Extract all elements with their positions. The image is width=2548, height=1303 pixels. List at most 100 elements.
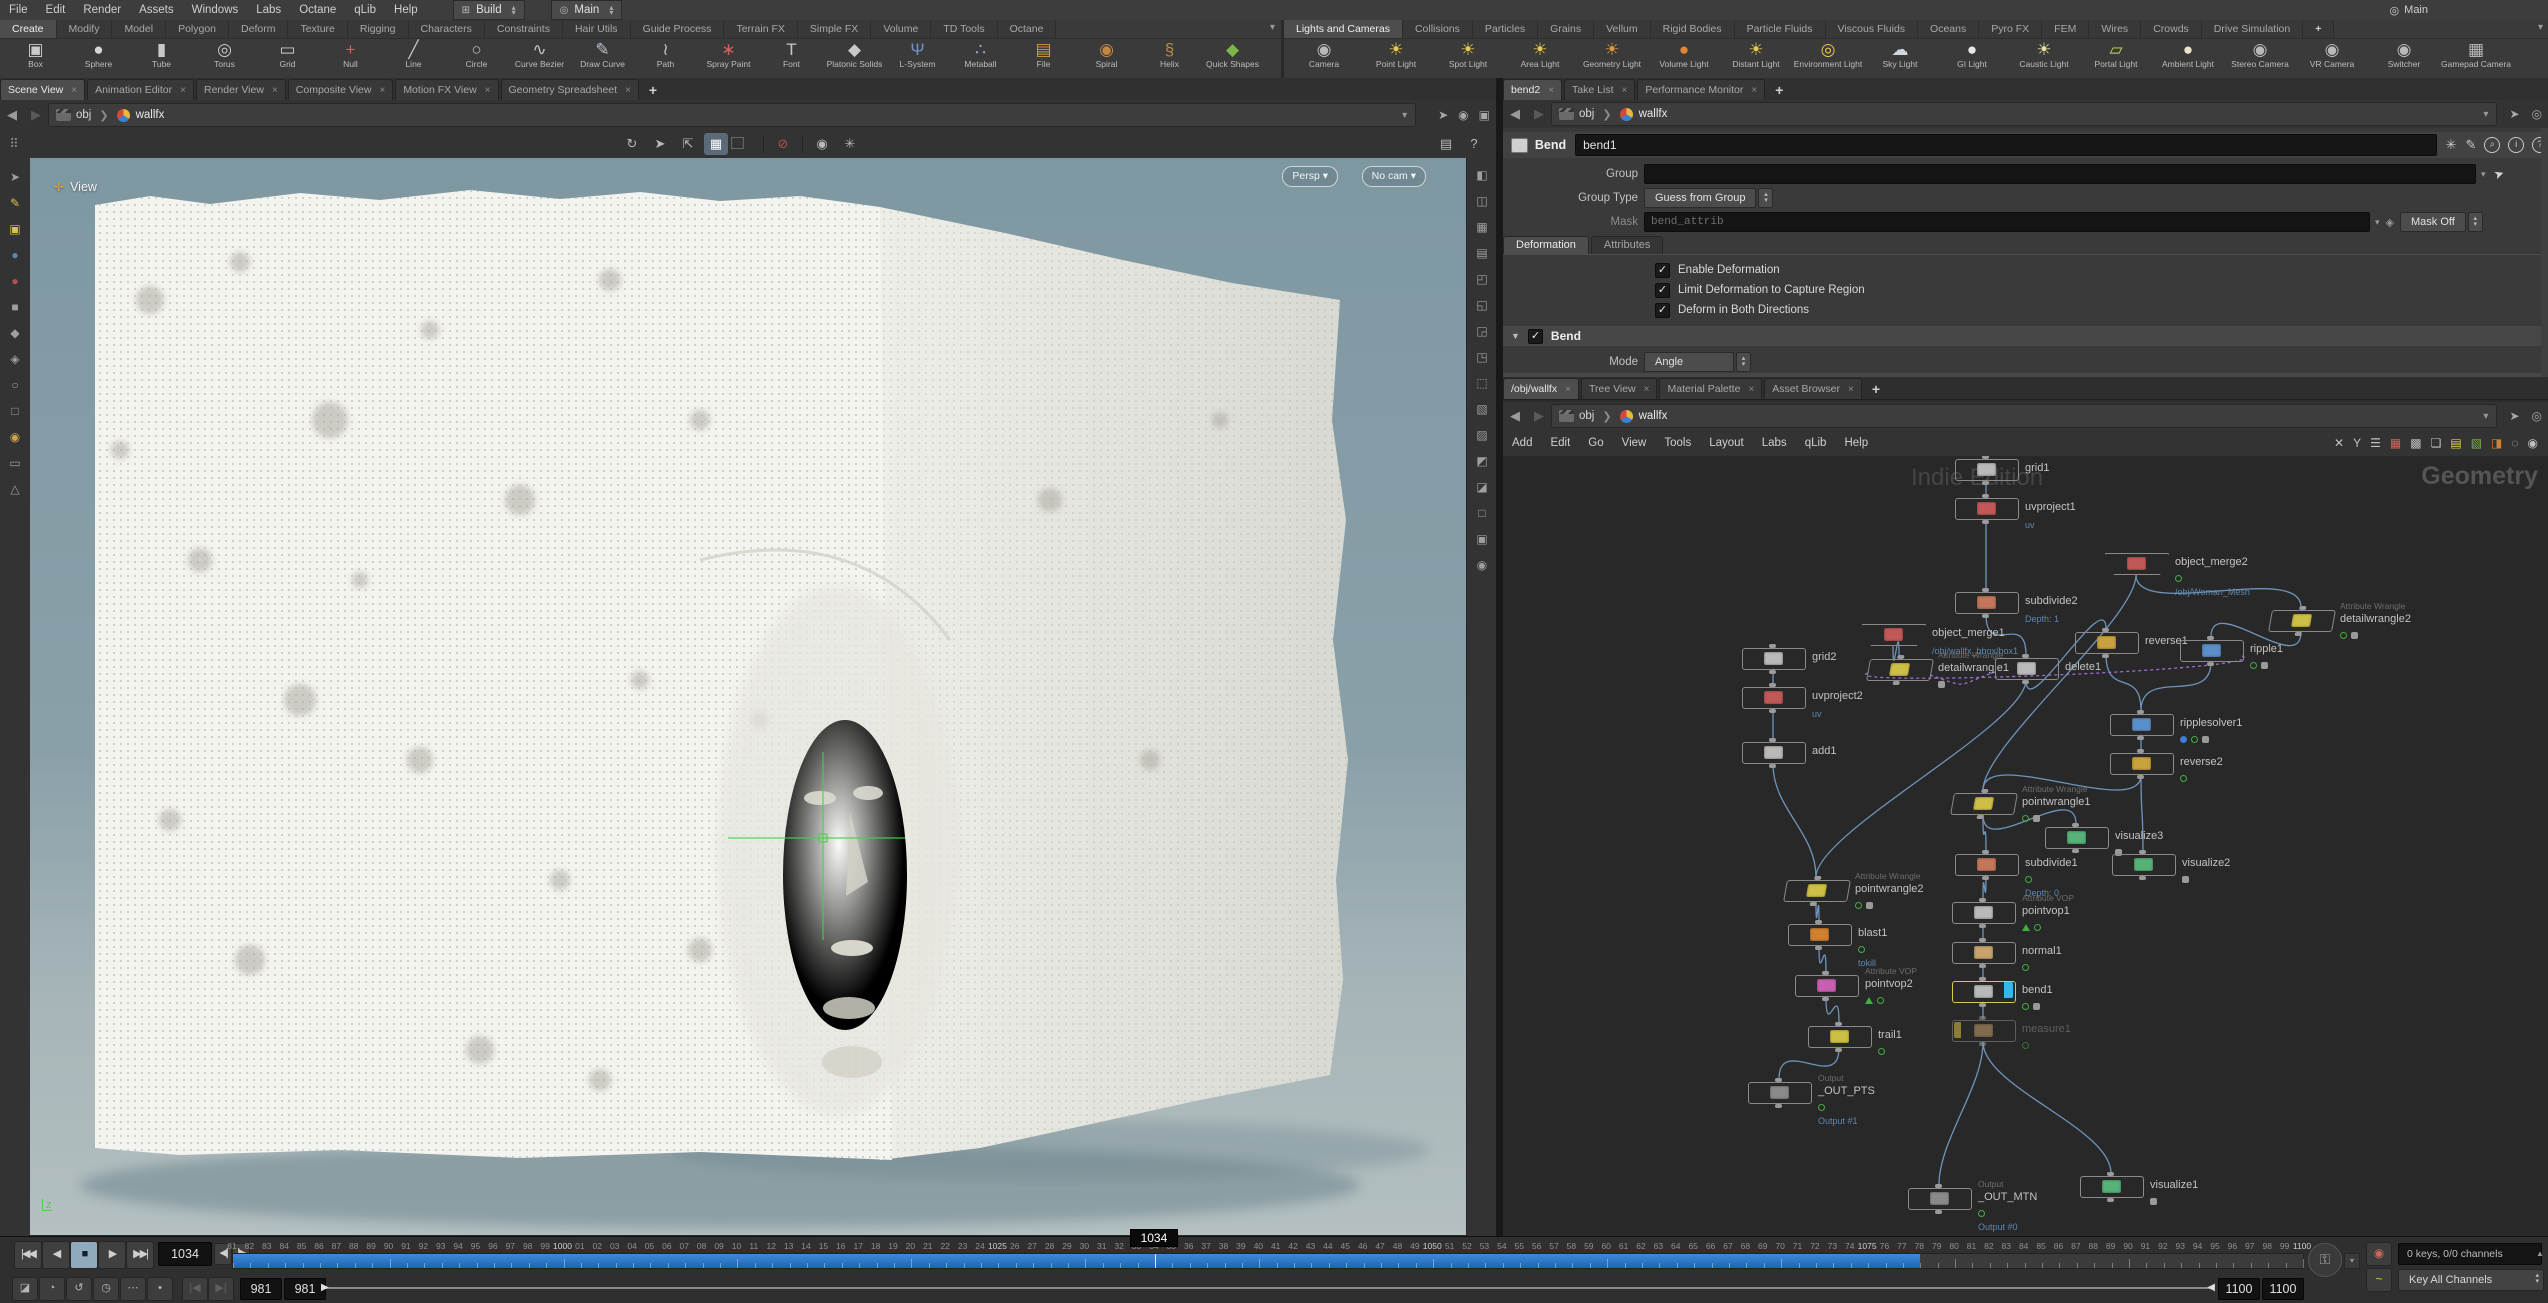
close-icon[interactable]: ×	[1621, 85, 1627, 96]
shelf-tool-file[interactable]: ▤File	[1012, 39, 1075, 69]
sticky-note-icon[interactable]: ▤	[2450, 436, 2461, 450]
pane-tab-scene-view[interactable]: Scene View×	[0, 79, 85, 100]
node-body[interactable]	[1950, 793, 2018, 815]
back-arrow-icon[interactable]: ◀	[1503, 106, 1527, 122]
range-start2-field[interactable]: 981	[284, 1278, 326, 1300]
group-type-dropdown[interactable]: Guess from Group	[1644, 188, 1756, 208]
view-tool-icon[interactable]: ↻	[620, 133, 644, 155]
mask-dropdown-icon[interactable]: ▾	[2375, 217, 2380, 228]
node-detailwrangle1[interactable]: Attribute Wrangledetailwrangle1	[1868, 659, 1930, 679]
parameters-hscrollbar[interactable]	[1503, 373, 2548, 377]
node-_OUT_MTN[interactable]: Output_OUT_MTNOutput #0	[1908, 1188, 1970, 1208]
mode-dropdown[interactable]: Angle	[1644, 352, 1734, 372]
o-badge-icon[interactable]	[1855, 902, 1862, 909]
shelf-tab-deform[interactable]: Deform	[229, 20, 288, 38]
transform-tool-icon[interactable]: ⇱	[676, 133, 700, 155]
desktop-spinner[interactable]: ▴▾	[512, 5, 516, 15]
shelf-tab-texture[interactable]: Texture	[288, 20, 347, 38]
o-badge-icon[interactable]	[1877, 997, 1884, 1004]
shade-mode-icon[interactable]: ◫	[1471, 190, 1493, 212]
shelf-tab-guide-process[interactable]: Guide Process	[631, 20, 725, 38]
mode-spinner[interactable]: ▴▾	[1736, 352, 1751, 372]
loop-mode-icon[interactable]: ↺	[66, 1277, 92, 1301]
node-body[interactable]	[2080, 1176, 2144, 1198]
add-shelf-tab-button[interactable]: +	[2303, 20, 2334, 38]
render-settings-icon[interactable]: ✳	[838, 133, 862, 155]
shelf-tool-spray-paint[interactable]: ∗Spray Paint	[697, 39, 760, 69]
o-badge-icon[interactable]	[2034, 924, 2041, 931]
node-body[interactable]	[1955, 592, 2019, 614]
corner-main-indicator[interactable]: ◎ Main	[2390, 4, 2428, 17]
path-dropdown-icon[interactable]: ▾	[2483, 411, 2496, 422]
node-body[interactable]	[1952, 1020, 2016, 1042]
node-ripplesolver1[interactable]: ripplesolver1	[2110, 714, 2172, 734]
mask-off-dropdown[interactable]: Mask Off	[2400, 212, 2466, 232]
close-icon[interactable]: ×	[1565, 384, 1571, 395]
keys-up-icon[interactable]: ▲	[2536, 1249, 2544, 1258]
network-menu-labs[interactable]: Labs	[1753, 437, 1796, 449]
network-menu-layout[interactable]: Layout	[1700, 437, 1753, 449]
info-display-icon[interactable]: ▣	[1471, 528, 1493, 550]
play-reverse-button[interactable]: ◀	[42, 1241, 70, 1269]
shelf-tool-portal-light[interactable]: ▱Portal Light	[2080, 39, 2152, 69]
add-pane-tab-button[interactable]: +	[641, 80, 665, 100]
node-grid2[interactable]: grid2	[1742, 648, 1804, 668]
tree-list-icon[interactable]: Y	[2353, 436, 2361, 450]
shelf-tool-torus[interactable]: ◎Torus	[193, 39, 256, 69]
network-editor-canvas[interactable]: Indie Edition Geometry grid1uvproject1uv…	[1503, 456, 2548, 1235]
shelf-tab-viscous-fluids[interactable]: Viscous Fluids	[1826, 20, 1919, 38]
floating-panel-icon[interactable]: ▣	[1479, 108, 1490, 122]
shelf-tab-modify[interactable]: Modify	[57, 20, 113, 38]
desktop-selector[interactable]: ⊞ Build ▴▾	[453, 0, 525, 20]
timeline-track[interactable]	[232, 1253, 2304, 1269]
forward-arrow-icon[interactable]: ▶	[24, 107, 48, 123]
shelf-tool-distant-light[interactable]: ☀Distant Light	[1720, 39, 1792, 69]
pane-tab-tree-view[interactable]: Tree View×	[1581, 378, 1658, 399]
lock-tool-icon[interactable]: ●	[4, 244, 26, 266]
shelf-tool-switcher[interactable]: ◉Switcher	[2368, 39, 2440, 69]
help-circle-icon[interactable]: ?	[1462, 133, 1486, 155]
points-tool-icon[interactable]: ◆	[4, 322, 26, 344]
shelf-tool-volume-light[interactable]: ●Volume Light	[1648, 39, 1720, 69]
pane-tab-asset-browser[interactable]: Asset Browser×	[1764, 378, 1862, 399]
network-menu-qlib[interactable]: qLib	[1796, 437, 1836, 449]
play-button[interactable]: ▶	[98, 1241, 126, 1269]
menu-edit[interactable]: Edit	[37, 0, 75, 20]
pane-tab-obj-wallfx[interactable]: /obj/wallfx×	[1503, 378, 1579, 399]
node-measure1[interactable]: measure1	[1952, 1020, 2014, 1040]
jump-pin-icon[interactable]: ➤	[1438, 108, 1448, 122]
tree-badge-icon[interactable]	[1865, 997, 1873, 1004]
node-body[interactable]	[1995, 658, 2059, 680]
shelf-tool-ambient-light[interactable]: ●Ambient Light	[2152, 39, 2224, 69]
pane-tab-take-list[interactable]: Take List×	[1564, 79, 1635, 100]
node-pointwrangle1[interactable]: Attribute Wranglepointwrangle1	[1952, 793, 2014, 813]
close-icon[interactable]: ×	[1748, 384, 1754, 395]
lock-badge-icon[interactable]	[1938, 681, 1945, 688]
texture-icon[interactable]: ▤	[1471, 242, 1493, 264]
menu-assets[interactable]: Assets	[130, 0, 183, 20]
pane-divider[interactable]	[1496, 78, 1503, 1236]
node-body[interactable]	[1742, 687, 1806, 709]
mask-input[interactable]: bend_attrib	[1644, 212, 2370, 232]
scoped-channels-icon[interactable]: ~	[2366, 1268, 2392, 1292]
shelf-tool-box[interactable]: ▣Box	[4, 39, 67, 69]
snapping-off-icon[interactable]: ⊘	[771, 133, 795, 155]
box-select-icon[interactable]: ⃞	[732, 133, 756, 155]
group-input[interactable]	[1644, 164, 2476, 184]
pane-handle-icon[interactable]: ⠿	[2, 133, 26, 155]
brush-icon[interactable]: ✎	[2465, 137, 2476, 153]
node-subdivide2[interactable]: subdivide2Depth: 1	[1955, 592, 2017, 612]
layout-stack-icon[interactable]: ▤	[1434, 133, 1458, 155]
realtime-toggle-icon[interactable]: ◔	[39, 1277, 65, 1301]
paint-tool-icon[interactable]: ✎	[4, 192, 26, 214]
shelf-tab-octane[interactable]: Octane	[998, 20, 1057, 38]
network-menu-go[interactable]: Go	[1579, 437, 1612, 449]
grid-display-icon[interactable]: ◲	[1471, 320, 1493, 342]
shelf-tab-simple-fx[interactable]: Simple FX	[798, 20, 871, 38]
shelf-tool-draw-curve[interactable]: ✎Draw Curve	[571, 39, 634, 69]
key-all-channels-dropdown[interactable]: Key All Channels ▴▾	[2398, 1269, 2544, 1291]
node-pointvop1[interactable]: Attribute VOPpointvop1	[1952, 902, 2014, 922]
node-add1[interactable]: add1	[1742, 742, 1804, 762]
select-arrow-icon[interactable]: ➤	[2491, 166, 2505, 183]
node-reverse1[interactable]: reverse1	[2075, 632, 2137, 652]
